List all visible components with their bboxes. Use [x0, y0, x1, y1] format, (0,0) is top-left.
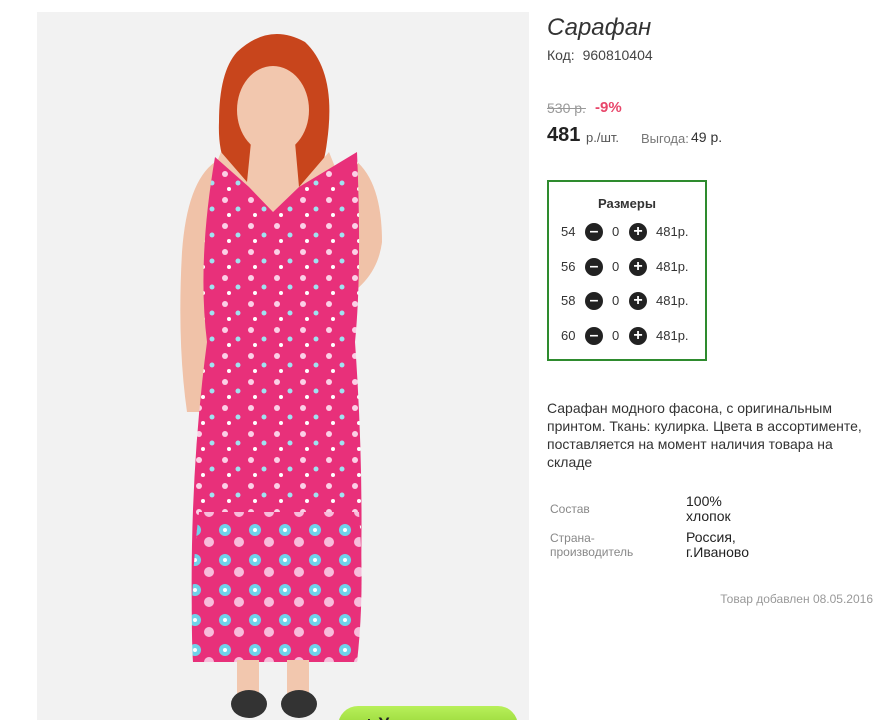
- added-date: Товар добавлен 08.05.2016: [720, 592, 873, 606]
- plus-icon[interactable]: +: [629, 223, 647, 241]
- code-label: Код:: [547, 47, 575, 63]
- size-qty: 0: [612, 224, 620, 239]
- plus-icon[interactable]: +: [629, 292, 647, 310]
- size-price: 481р.: [656, 293, 689, 308]
- composition-value: 100% хлопок: [686, 493, 731, 524]
- sizes-title: Размеры: [598, 196, 656, 211]
- country-label: Страна-производитель: [550, 531, 634, 559]
- size-row: 58 – 0 + 481р.: [559, 291, 709, 311]
- price-unit: р./шт.: [586, 130, 620, 145]
- benefit-label: Выгода:: [641, 131, 689, 146]
- size-price: 481р.: [656, 224, 689, 239]
- plus-icon[interactable]: +: [629, 327, 647, 345]
- price: 481: [547, 124, 581, 146]
- minus-icon[interactable]: –: [585, 223, 603, 241]
- size-row: 56 – 0 + 481р.: [559, 257, 709, 277]
- minus-icon[interactable]: –: [585, 292, 603, 310]
- old-price: 530 р.: [547, 100, 586, 116]
- minus-icon[interactable]: –: [585, 327, 603, 345]
- size-row: 54 – 0 + 481р.: [559, 222, 709, 242]
- size-label: 56: [561, 259, 576, 274]
- product-title: Сарафан: [547, 14, 652, 41]
- model-illustration: [180, 34, 382, 718]
- size-price: 481р.: [656, 259, 689, 274]
- size-label: 54: [561, 224, 576, 239]
- benefit-value: 49 р.: [691, 129, 723, 145]
- size-label: 58: [561, 293, 576, 308]
- country-value: Россия, г.Иваново: [686, 529, 749, 560]
- code-value: 960810404: [582, 47, 653, 63]
- size-qty: 0: [612, 259, 620, 274]
- sizes-box: Размеры 54 – 0 + 481р. 56 – 0 + 481р. 58…: [547, 180, 707, 361]
- zoom-button[interactable]: + Увеличить: [338, 706, 518, 720]
- discount-badge: -9%: [595, 99, 622, 116]
- size-price: 481р.: [656, 328, 689, 343]
- minus-icon[interactable]: –: [585, 258, 603, 276]
- size-label: 60: [561, 328, 576, 343]
- product-description: Сарафан модного фасона, с оригинальным п…: [547, 400, 862, 470]
- size-qty: 0: [612, 293, 620, 308]
- size-qty: 0: [612, 328, 620, 343]
- product-code: Код: 960810404: [547, 47, 653, 63]
- product-photo[interactable]: [37, 12, 529, 720]
- composition-label: Состав: [550, 502, 590, 516]
- size-row: 60 – 0 + 481р.: [559, 326, 709, 346]
- plus-icon[interactable]: +: [629, 258, 647, 276]
